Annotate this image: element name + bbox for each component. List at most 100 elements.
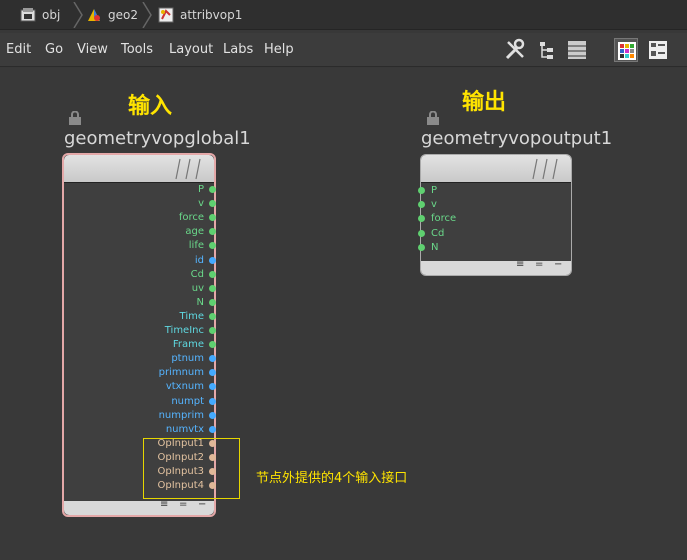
tree-icon[interactable] (535, 38, 559, 62)
color-palette-icon[interactable] (614, 38, 638, 62)
port-label: P (431, 185, 438, 196)
port-label: life (188, 240, 204, 252)
port-label: P (197, 184, 204, 195)
output-port-v[interactable]: v (64, 197, 216, 211)
port-connector-dot[interactable] (209, 270, 216, 278)
wrench-icon[interactable] (503, 38, 527, 62)
node-header[interactable] (64, 155, 214, 183)
minus-icon[interactable]: − (554, 259, 562, 270)
input-port-v[interactable]: v (418, 198, 437, 212)
menu-edit[interactable]: Edit (6, 42, 31, 57)
lock-icon[interactable] (68, 110, 82, 125)
output-port-cd[interactable]: Cd (64, 268, 216, 282)
port-label: N (196, 296, 204, 308)
menu-help[interactable]: Help (264, 42, 294, 57)
port-connector-dot[interactable] (209, 327, 216, 334)
port-connector-dot[interactable] (418, 215, 425, 223)
lock-icon[interactable] (426, 110, 440, 125)
port-connector-dot[interactable] (418, 187, 425, 194)
node-header-stripes-icon (532, 158, 558, 180)
port-label: numvtx (165, 423, 204, 435)
port-connector-dot[interactable] (209, 242, 216, 250)
port-label: Cd (431, 227, 445, 239)
port-connector-dot[interactable] (209, 355, 216, 363)
equals-icon[interactable]: = (179, 499, 187, 510)
port-label: uv (191, 282, 204, 294)
output-port-p[interactable]: P (64, 183, 216, 197)
output-port-age[interactable]: age (64, 225, 216, 239)
port-label: age (185, 226, 204, 238)
output-port-numprim[interactable]: numprim (64, 409, 216, 423)
port-label: vtxnum (165, 381, 204, 393)
menu-lines-icon[interactable]: ≡ (516, 259, 524, 270)
port-connector-dot[interactable] (209, 411, 216, 419)
input-port-p[interactable]: P (418, 184, 438, 198)
port-connector-dot[interactable] (209, 369, 216, 377)
port-connector-dot[interactable] (209, 397, 216, 405)
port-connector-dot[interactable] (209, 298, 216, 306)
output-port-frame[interactable]: Frame (64, 338, 216, 352)
input-port-cd[interactable]: Cd (418, 227, 445, 241)
geometry-vop-output-node[interactable]: Pv force Cd N ≡ = − (418, 154, 572, 276)
node-header-stripes-icon (175, 158, 201, 180)
node-footer: ≡ = − (64, 499, 214, 515)
port-connector-dot[interactable] (209, 200, 216, 208)
minus-icon[interactable]: − (198, 499, 206, 510)
breadcrumb-item-geo2[interactable]: geo2 (86, 3, 138, 27)
port-connector-dot[interactable] (209, 256, 216, 264)
port-connector-dot[interactable] (209, 284, 216, 292)
equals-icon[interactable]: = (535, 259, 543, 270)
port-connector-dot[interactable] (418, 201, 425, 209)
chevron-right-icon (73, 1, 83, 29)
menu-layout[interactable]: Layout (169, 42, 213, 57)
output-port-ptnum[interactable]: ptnum (64, 352, 216, 366)
port-connector-dot[interactable] (209, 341, 216, 349)
menu-view[interactable]: View (77, 42, 108, 57)
output-port-id[interactable]: id (64, 254, 216, 268)
port-connector-dot[interactable] (209, 214, 216, 222)
output-port-time[interactable]: Time (64, 310, 216, 324)
output-port-primnum[interactable]: primnum (64, 366, 216, 380)
input-node-name[interactable]: geometryvopglobal1 (64, 128, 251, 149)
input-port-n[interactable]: N (418, 241, 439, 255)
output-port-timeinc[interactable]: TimeInc (64, 324, 216, 338)
output-port-uv[interactable]: uv (64, 282, 216, 296)
port-connector-dot[interactable] (209, 186, 216, 193)
geometry-node-icon (86, 7, 102, 23)
output-node-name[interactable]: geometryvopoutput1 (421, 128, 612, 149)
annotation-highlight-box (143, 438, 240, 499)
output-port-life[interactable]: life (64, 239, 216, 253)
port-label: N (431, 241, 439, 253)
port-connector-dot[interactable] (418, 243, 425, 251)
list-icon[interactable] (565, 38, 589, 62)
menu-go[interactable]: Go (45, 42, 63, 57)
menu-labs[interactable]: Labs (223, 42, 253, 57)
port-label: TimeInc (164, 325, 204, 336)
port-connector-dot[interactable] (209, 312, 216, 320)
port-connector-dot[interactable] (209, 383, 216, 391)
output-port-n[interactable]: N (64, 296, 216, 310)
output-port-numvtx[interactable]: numvtx (64, 423, 216, 437)
port-connector-dot[interactable] (418, 229, 425, 237)
menubar: Edit Go View Tools Layout Labs Help (0, 33, 687, 67)
breadcrumb-item-attribvop1[interactable]: attribvop1 (158, 3, 242, 27)
breadcrumb-item-obj[interactable]: obj (20, 3, 60, 27)
port-label: numprim (158, 409, 204, 421)
port-label: v (198, 198, 204, 210)
node-shapes-icon[interactable] (646, 38, 670, 62)
node-header[interactable] (421, 155, 571, 183)
port-connector-dot[interactable] (209, 425, 216, 433)
menu-tools[interactable]: Tools (121, 42, 153, 57)
menu-lines-icon[interactable]: ≡ (160, 499, 168, 510)
output-port-numpt[interactable]: numpt (64, 395, 216, 409)
port-label: Time (179, 310, 204, 322)
output-port-vtxnum[interactable]: vtxnum (64, 380, 216, 394)
port-label: Cd (190, 268, 204, 280)
network-editor-canvas[interactable]: 输入 geometryvopglobal1 Pv force age life id Cd… (0, 68, 687, 560)
input-port-force[interactable]: force (418, 212, 456, 226)
port-label: numpt (171, 395, 204, 407)
port-label: v (431, 199, 437, 211)
port-connector-dot[interactable] (209, 228, 216, 236)
port-label: ptnum (171, 353, 204, 365)
output-port-force[interactable]: force (64, 211, 216, 225)
